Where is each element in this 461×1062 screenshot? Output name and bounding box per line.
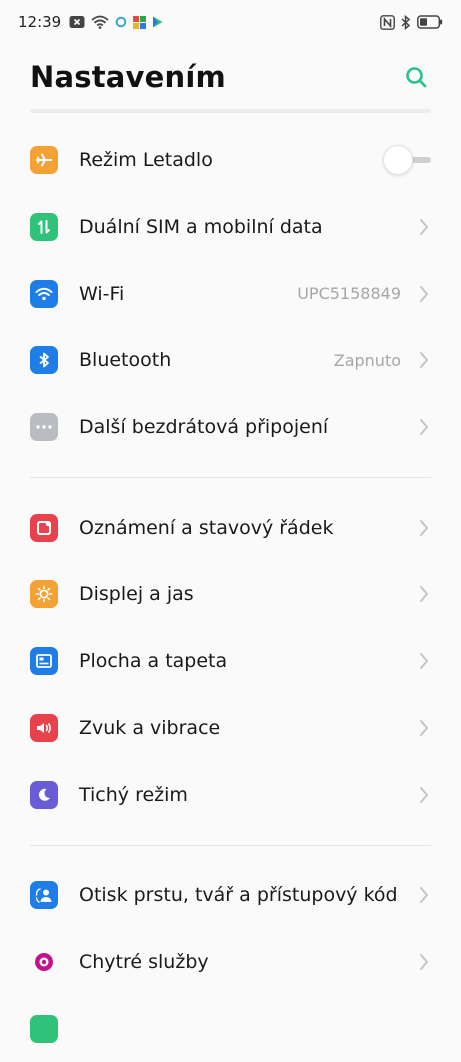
settings-item-label: Wi-Fi — [79, 282, 125, 305]
settings-item-label: Bluetooth — [79, 349, 172, 372]
chevron-right-icon — [419, 417, 431, 437]
settings-item-sound[interactable]: Zvuk a vibrace — [0, 695, 461, 762]
chevron-right-icon — [419, 952, 431, 972]
wifi-icon — [30, 279, 58, 308]
settings-item-label: Další bezdrátová připojení — [79, 416, 329, 439]
chevron-right-icon — [419, 718, 431, 738]
settings-item-label: Duální SIM a mobilní data — [79, 216, 323, 239]
settings-item-silent-mode[interactable]: Tichý režim — [0, 761, 461, 828]
page-title: Nastavením — [30, 60, 226, 94]
settings-item-label: Otisk prstu, tvář a přístupový kód — [79, 884, 398, 907]
settings-item-label: Zvuk a vibrace — [79, 716, 221, 739]
settings-item-wifi[interactable]: Wi-Fi UPC5158849 — [0, 260, 461, 327]
airplane-icon — [30, 146, 58, 175]
chevron-right-icon — [419, 217, 431, 237]
puzzle-icon — [133, 15, 147, 29]
settings-item-label: Plocha a tapeta — [79, 650, 228, 673]
chevron-right-icon — [419, 518, 431, 538]
settings-item-wallpaper[interactable]: Plocha a tapeta — [0, 628, 461, 695]
search-button[interactable] — [401, 62, 431, 92]
smart-services-icon — [30, 948, 58, 976]
brightness-icon — [30, 580, 58, 609]
settings-item-label: Displej a jas — [79, 583, 194, 606]
bluetooth-icon — [30, 346, 58, 375]
status-time: 12:39 — [18, 13, 62, 31]
fingerprint-icon — [30, 881, 58, 910]
settings-item-bluetooth[interactable]: Bluetooth Zapnuto — [0, 327, 461, 394]
chevron-right-icon — [419, 584, 431, 604]
settings-item-label: Chytré služby — [79, 950, 209, 973]
header: Nastavením — [0, 44, 461, 110]
toggle-knob — [383, 145, 413, 176]
wallpaper-icon — [30, 647, 58, 676]
more-icon — [30, 413, 58, 442]
settings-item-fingerprint[interactable]: Otisk prstu, tvář a přístupový kód — [0, 862, 461, 929]
sound-icon — [30, 713, 58, 742]
chevron-right-icon — [419, 885, 431, 905]
settings-item-display[interactable]: Displej a jas — [0, 561, 461, 628]
settings-item-airplane-mode[interactable]: Režim Letadlo — [0, 127, 461, 194]
moon-icon — [30, 780, 58, 809]
section-divider — [0, 460, 461, 494]
notification-x-icon — [69, 15, 85, 29]
search-divider — [30, 109, 431, 113]
wifi-network-name: UPC5158849 — [297, 284, 401, 304]
search-icon — [406, 67, 427, 88]
settings-item-label: Režim Letadlo — [79, 149, 213, 172]
settings-item-more-connections[interactable]: Další bezdrátová připojení — [0, 394, 461, 461]
status-bar: 12:39 — [0, 0, 461, 44]
settings-item-label: Tichý režim — [79, 783, 188, 806]
settings-item-label: Oznámení a stavový řádek — [79, 516, 334, 539]
settings-list: Režim Letadlo Duální SIM a mobilní data … — [0, 127, 461, 1062]
nfc-icon — [380, 14, 395, 30]
settings-item-partial[interactable] — [0, 995, 461, 1062]
wifi-icon — [91, 15, 109, 29]
partial-item-icon — [30, 1014, 58, 1043]
chevron-right-icon — [419, 350, 431, 370]
ring-icon — [115, 16, 127, 28]
play-icon — [152, 16, 163, 28]
notification-icon — [30, 513, 58, 542]
sim-icon — [30, 213, 58, 242]
chevron-right-icon — [419, 651, 431, 671]
bluetooth-icon — [401, 14, 411, 30]
chevron-right-icon — [419, 284, 431, 304]
section-divider — [0, 828, 461, 862]
airplane-mode-toggle[interactable] — [383, 145, 431, 176]
bluetooth-status: Zapnuto — [333, 350, 401, 370]
battery-icon — [417, 15, 443, 29]
settings-item-dual-sim[interactable]: Duální SIM a mobilní data — [0, 194, 461, 261]
settings-item-notifications[interactable]: Oznámení a stavový řádek — [0, 494, 461, 561]
settings-item-smart-services[interactable]: Chytré služby — [0, 929, 461, 996]
chevron-right-icon — [419, 785, 431, 805]
